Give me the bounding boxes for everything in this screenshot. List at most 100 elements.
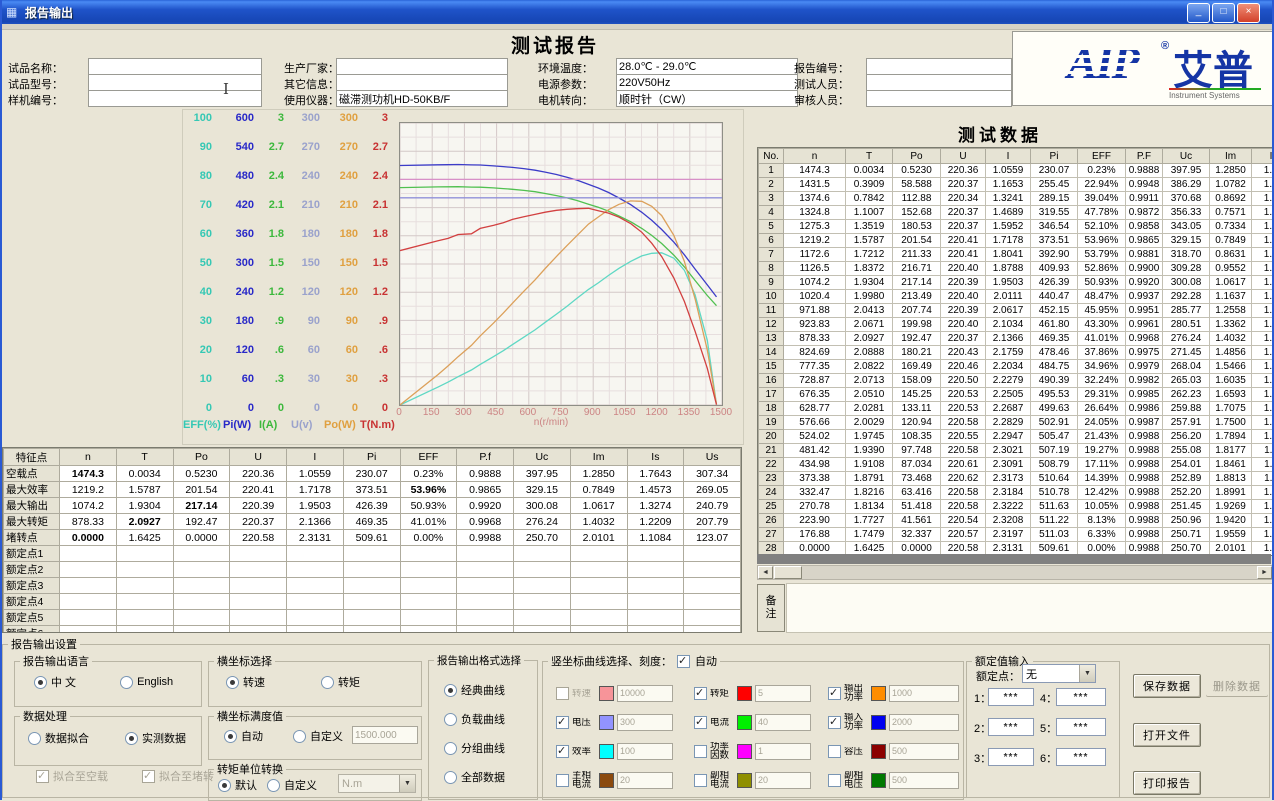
curve-label: 转矩 xyxy=(710,689,734,698)
report-format-radio-负载曲线[interactable]: 负载曲线 xyxy=(444,711,505,727)
table-cell: 2.0671 xyxy=(846,318,893,332)
table-cell: 1.19 xyxy=(1252,346,1274,360)
x-full-scale-radio-自定义[interactable]: 自定义 xyxy=(293,728,343,744)
curve-checkbox[interactable] xyxy=(694,745,707,758)
report-format-radio-label: 负载曲线 xyxy=(461,711,505,727)
rated-value-input[interactable] xyxy=(1056,748,1106,766)
torque-unit-radio-默认[interactable]: 默认 xyxy=(218,777,257,793)
report-no-input[interactable] xyxy=(866,58,1012,75)
table-cell: 220.43 xyxy=(941,346,986,360)
curve-checkbox[interactable] xyxy=(694,716,707,729)
data-process-radio-实测数据[interactable]: 实测数据 xyxy=(125,730,186,746)
save-data-button[interactable]: 保存数据 xyxy=(1133,674,1201,698)
sample-model-input[interactable] xyxy=(88,74,262,91)
curve-scale-input[interactable] xyxy=(755,685,811,702)
table-row: 12923.832.0671199.98220.402.1034461.8043… xyxy=(759,318,1274,332)
curve-scale-input[interactable] xyxy=(617,714,673,731)
scroll-left-icon[interactable]: ◄ xyxy=(758,566,773,579)
torque-unit-radio-自定义[interactable]: 自定义 xyxy=(267,777,317,793)
fit-checkbox-拟合至空载[interactable]: 拟合至空载 xyxy=(36,768,108,784)
axis-tick: 20 xyxy=(184,344,212,356)
feature-cell xyxy=(343,578,400,594)
table-cell: 250.71 xyxy=(1163,528,1210,542)
curve-color-swatch xyxy=(871,686,886,701)
curve-scale-input[interactable] xyxy=(889,685,959,702)
curve-scale-input[interactable] xyxy=(617,772,673,789)
feature-cell xyxy=(684,578,741,594)
data-header-cell: Pi xyxy=(1031,149,1078,164)
rated-point-select[interactable]: 无 ▼ xyxy=(1022,664,1096,683)
maximize-button[interactable]: □ xyxy=(1212,3,1235,23)
sample-name-input[interactable] xyxy=(88,58,262,75)
curve-checkbox[interactable] xyxy=(828,687,841,700)
close-button[interactable]: × xyxy=(1237,3,1260,23)
curve-scale-input[interactable] xyxy=(617,743,673,760)
delete-data-button[interactable]: 删除数据 xyxy=(1206,675,1268,697)
x-axis-radio-转速[interactable]: 转速 xyxy=(226,674,265,690)
table-row: 19576.662.0029120.94220.582.2829502.9124… xyxy=(759,416,1274,430)
feature-cell: 1.7178 xyxy=(287,482,344,498)
table-cell: 2.2034 xyxy=(986,360,1031,374)
curve-checkbox[interactable] xyxy=(694,774,707,787)
fit-checkbox-拟合至堵转[interactable]: 拟合至堵转 xyxy=(142,768,214,784)
feature-cell: 201.54 xyxy=(173,482,230,498)
other-info-input[interactable] xyxy=(336,74,508,91)
feature-cell xyxy=(287,546,344,562)
minimize-button[interactable]: _ xyxy=(1187,3,1210,23)
remarks-input[interactable] xyxy=(786,583,1273,633)
print-report-button[interactable]: 打印报告 xyxy=(1133,771,1201,795)
curve-scale-input[interactable] xyxy=(755,772,811,789)
x-full-scale-radio-自动[interactable]: 自动 xyxy=(224,728,263,744)
scroll-right-icon[interactable]: ► xyxy=(1257,566,1272,579)
curve-checkbox[interactable] xyxy=(828,745,841,758)
rated-value-input[interactable] xyxy=(988,688,1034,706)
data-table-scrollbar[interactable]: ◄ ► xyxy=(757,565,1273,580)
curve-scale-input[interactable] xyxy=(889,743,959,760)
feature-cell: 0.9988 xyxy=(457,530,514,546)
data-process-radio-数据拟合[interactable]: 数据拟合 xyxy=(28,730,89,746)
axis-tick: 180 xyxy=(290,228,320,240)
language-radio-中 文[interactable]: 中 文 xyxy=(34,674,76,690)
reviewer-input[interactable] xyxy=(866,90,1012,107)
table-cell: 505.47 xyxy=(1031,430,1078,444)
rotation-direction-input[interactable] xyxy=(616,90,798,107)
rated-value-input[interactable] xyxy=(988,718,1034,736)
ambient-temp-input[interactable] xyxy=(616,58,798,75)
language-radio-label: English xyxy=(137,676,173,688)
manufacturer-input[interactable] xyxy=(336,58,508,75)
power-params-input[interactable] xyxy=(616,74,798,91)
instrument-input[interactable] xyxy=(336,90,508,107)
table-cell: 1.3519 xyxy=(846,220,893,234)
language-radio-English[interactable]: English xyxy=(120,676,173,689)
x-full-scale-custom-input[interactable] xyxy=(352,726,418,744)
axis-tick: 240 xyxy=(220,286,254,298)
feature-cell: 0.0034 xyxy=(116,466,173,482)
curve-scale-input[interactable] xyxy=(889,772,959,789)
curve-scale-input[interactable] xyxy=(889,714,959,731)
open-file-button[interactable]: 打开文件 xyxy=(1133,723,1201,747)
curve-checkbox[interactable] xyxy=(556,716,569,729)
curve-checkbox[interactable] xyxy=(556,687,569,700)
report-format-radio-全部数据[interactable]: 全部数据 xyxy=(444,769,505,785)
report-format-radio-分组曲线[interactable]: 分组曲线 xyxy=(444,740,505,756)
table-cell: 47.78% xyxy=(1078,206,1126,220)
curve-checkbox[interactable] xyxy=(556,774,569,787)
report-format-radio-经典曲线[interactable]: 经典曲线 xyxy=(444,682,505,698)
curve-checkbox[interactable] xyxy=(828,716,841,729)
curve-scale-input[interactable] xyxy=(617,685,673,702)
table-cell: 511.03 xyxy=(1031,528,1078,542)
tester-input[interactable] xyxy=(866,74,1012,91)
rated-value-input[interactable] xyxy=(1056,718,1106,736)
torque-unit-select[interactable]: N.m ▼ xyxy=(338,774,416,793)
x-axis-radio-转矩[interactable]: 转矩 xyxy=(321,674,360,690)
prototype-no-input[interactable] xyxy=(88,90,262,107)
rated-value-input[interactable] xyxy=(1056,688,1106,706)
rated-value-input[interactable] xyxy=(988,748,1034,766)
curve-checkbox[interactable] xyxy=(828,774,841,787)
curve-checkbox[interactable] xyxy=(556,745,569,758)
y-scale-auto-checkbox[interactable] xyxy=(677,655,690,668)
scroll-thumb[interactable] xyxy=(774,566,802,579)
curve-scale-input[interactable] xyxy=(755,743,811,760)
curve-checkbox[interactable] xyxy=(694,687,707,700)
curve-scale-input[interactable] xyxy=(755,714,811,731)
